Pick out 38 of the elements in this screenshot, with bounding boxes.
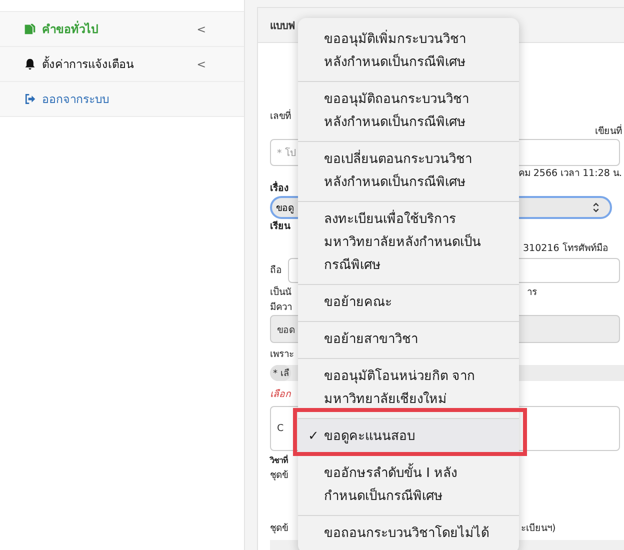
chevron: < bbox=[196, 58, 206, 70]
field-label: ถือ bbox=[270, 264, 282, 278]
field-label: ชุดข้ bbox=[270, 522, 288, 536]
document-icon bbox=[24, 23, 36, 35]
menu-option[interactable]: ขอย้ายคณะ bbox=[298, 285, 519, 322]
phone-text: 310216 โทรศัพท์มือ bbox=[523, 243, 608, 254]
menu-option[interactable]: ขอถอนกระบวนวิชาโดยไม่ได้ bbox=[298, 516, 519, 550]
sidebar-label: ตั้งค่าการแจ้งเตือน bbox=[42, 55, 135, 73]
reason-chip[interactable]: * เลื bbox=[270, 365, 292, 381]
menu-option[interactable]: ขออักษรลำดับขั้น I หลัง กำหนดเป็นกรณีพิเศษ bbox=[298, 456, 519, 516]
hint-text: เลือก bbox=[270, 388, 291, 402]
date-text: คม 2566 เวลา 11:28 น. bbox=[518, 167, 622, 181]
body-text: าร bbox=[527, 286, 537, 300]
field-label: เรียน bbox=[270, 220, 290, 234]
logout-icon bbox=[24, 93, 36, 105]
field-label: ะเบียนฯ) bbox=[521, 522, 556, 536]
sidebar-item[interactable]: ตั้งค่าการแจ้งเตือน < bbox=[0, 46, 244, 81]
body-text: เป็นนั bbox=[270, 285, 291, 300]
sidebar-label: คำขอทั่วไป bbox=[42, 20, 99, 38]
field-label: วิชาที่ bbox=[270, 454, 288, 467]
updown-icon bbox=[592, 202, 600, 213]
bell-icon bbox=[24, 58, 36, 70]
menu-option[interactable]: ขออนุมัติเพิ่มกระบวนวิชา หลังกำหนดเป็นกรณีพิเศษ bbox=[298, 22, 519, 82]
field-label: มีควา bbox=[270, 301, 292, 315]
field-label: ชุดข้ bbox=[270, 469, 288, 483]
field-label: เขียนที่ bbox=[595, 124, 622, 139]
sidebar-label: ออกจากระบบ bbox=[42, 91, 110, 108]
menu-option[interactable]: ขอเปลี่ยนตอนกระบวนวิชา หลังกำหนดเป็นกรณีพิเศษ bbox=[298, 142, 519, 202]
menu-option[interactable]: ขออนุมัติถอนกระบวนวิชา หลังกำหนดเป็นกรณีพิเศษ bbox=[298, 82, 519, 142]
card-title: แบบฟ bbox=[270, 20, 295, 32]
field-label: เพราะ bbox=[270, 348, 294, 362]
menu-option[interactable]: ขอย้ายสาขาวิชา bbox=[298, 322, 519, 359]
menu-option[interactable]: ลงทะเบียนเพื่อใช้บริการ มหาวิทยาลัยหลังกำหนดเป็น กรณีพิเศษ bbox=[298, 202, 519, 285]
sidebar-item[interactable]: ออกจากระบบ bbox=[0, 81, 244, 117]
field-label: เรื่อง bbox=[270, 181, 289, 196]
chevron: < bbox=[196, 22, 206, 36]
sidebar-item[interactable]: คำขอทั่วไป < bbox=[0, 11, 244, 46]
field-label: เลขที่ bbox=[270, 109, 291, 124]
